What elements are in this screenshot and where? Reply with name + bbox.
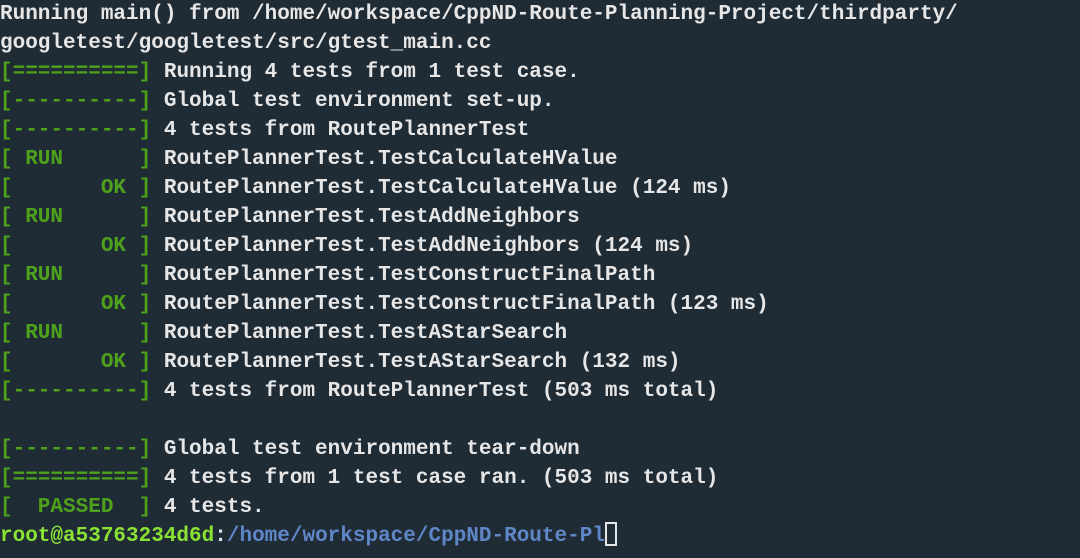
line-message: RoutePlannerTest.TestConstructFinalPath bbox=[151, 264, 656, 287]
output-line: [ OK ] RoutePlannerTest.TestAddNeighbors… bbox=[0, 232, 1080, 261]
line-message: Global test environment set-up. bbox=[151, 90, 555, 113]
output-line: [ OK ] RoutePlannerTest.TestCalculateHVa… bbox=[0, 174, 1080, 203]
text-cursor bbox=[604, 522, 617, 546]
line-tag: [----------] bbox=[0, 438, 152, 461]
output-line: [==========] 4 tests from 1 test case ra… bbox=[0, 464, 1080, 493]
line-tag: [ RUN ] bbox=[0, 148, 152, 171]
line-message: RoutePlannerTest.TestAddNeighbors (124 m… bbox=[151, 235, 694, 258]
command-prompt[interactable]: root@a53763234d6d:/home/workspace/CppND-… bbox=[0, 522, 1080, 551]
line-message: 4 tests. bbox=[151, 496, 265, 519]
terminal-output: Running main() from /home/workspace/CppN… bbox=[0, 0, 1080, 522]
output-line: [ RUN ] RoutePlannerTest.TestConstructFi… bbox=[0, 261, 1080, 290]
line-message: Running 4 tests from 1 test case. bbox=[151, 61, 580, 84]
line-tag: [----------] bbox=[0, 380, 152, 403]
line-message: RoutePlannerTest.TestAddNeighbors bbox=[151, 206, 580, 229]
line-tag: [ RUN ] bbox=[0, 322, 152, 345]
line-message: RoutePlannerTest.TestCalculateHValue (12… bbox=[151, 177, 731, 200]
output-line: [ RUN ] RoutePlannerTest.TestAddNeighbor… bbox=[0, 203, 1080, 232]
output-line: [ OK ] RoutePlannerTest.TestAStarSearch … bbox=[0, 348, 1080, 377]
line-tag: [ OK ] bbox=[0, 235, 152, 258]
prompt-user-host: root@a53763234d6d bbox=[0, 525, 215, 548]
line-message: googletest/googletest/src/gtest_main.cc bbox=[0, 32, 492, 55]
line-tag: [ RUN ] bbox=[0, 264, 152, 287]
line-tag: [==========] bbox=[0, 61, 152, 84]
line-tag: [ OK ] bbox=[0, 351, 152, 374]
output-line: [----------] 4 tests from RoutePlannerTe… bbox=[0, 116, 1080, 145]
terminal-window[interactable]: Running main() from /home/workspace/CppN… bbox=[0, 0, 1080, 558]
prompt-path: /home/workspace/CppND-Route-Pl bbox=[226, 525, 605, 548]
line-tag: [----------] bbox=[0, 119, 152, 142]
output-line: [==========] Running 4 tests from 1 test… bbox=[0, 58, 1080, 87]
output-line: googletest/googletest/src/gtest_main.cc bbox=[0, 29, 1080, 58]
output-line: [ RUN ] RoutePlannerTest.TestAStarSearch bbox=[0, 319, 1080, 348]
line-message: Running main() from /home/workspace/CppN… bbox=[0, 3, 958, 26]
line-tag: [----------] bbox=[0, 90, 152, 113]
line-tag: [ PASSED ] bbox=[0, 496, 152, 519]
line-message: RoutePlannerTest.TestCalculateHValue bbox=[151, 148, 618, 171]
line-tag: [ RUN ] bbox=[0, 206, 152, 229]
line-message: Global test environment tear-down bbox=[151, 438, 580, 461]
line-message: 4 tests from RoutePlannerTest bbox=[151, 119, 530, 142]
line-message: RoutePlannerTest.TestAStarSearch bbox=[151, 322, 568, 345]
output-line: [----------] Global test environment set… bbox=[0, 87, 1080, 116]
line-message: 4 tests from RoutePlannerTest (503 ms to… bbox=[151, 380, 719, 403]
output-line: Running main() from /home/workspace/CppN… bbox=[0, 0, 1080, 29]
output-line: [ RUN ] RoutePlannerTest.TestCalculateHV… bbox=[0, 145, 1080, 174]
line-tag: [==========] bbox=[0, 467, 152, 490]
line-tag: [ OK ] bbox=[0, 177, 152, 200]
line-tag: [ OK ] bbox=[0, 293, 152, 316]
prompt-separator: : bbox=[214, 525, 227, 548]
line-message: RoutePlannerTest.TestAStarSearch (132 ms… bbox=[151, 351, 681, 374]
output-line: [ PASSED ] 4 tests. bbox=[0, 493, 1080, 522]
line-message: RoutePlannerTest.TestConstructFinalPath … bbox=[151, 293, 769, 316]
output-line: [----------] 4 tests from RoutePlannerTe… bbox=[0, 377, 1080, 406]
output-line: [ OK ] RoutePlannerTest.TestConstructFin… bbox=[0, 290, 1080, 319]
output-line: [----------] Global test environment tea… bbox=[0, 435, 1080, 464]
line-message: 4 tests from 1 test case ran. (503 ms to… bbox=[151, 467, 719, 490]
